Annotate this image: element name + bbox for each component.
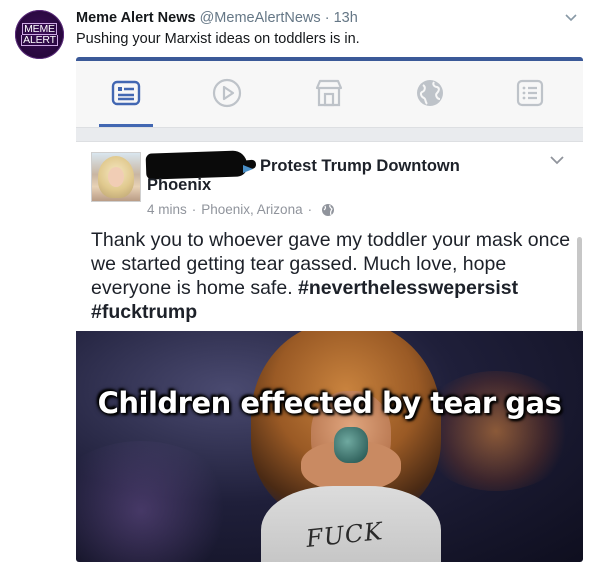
tweet-text: Pushing your Marxist ideas on toddlers i… bbox=[76, 31, 360, 47]
active-tab-indicator bbox=[99, 124, 153, 127]
embedded-screenshot[interactable]: Protest Trump Downtown Phoenix 4 mins · … bbox=[76, 57, 583, 562]
post-location[interactable]: Phoenix, Arizona bbox=[201, 202, 302, 217]
event-name[interactable]: Protest Trump Downtown bbox=[260, 157, 460, 176]
tweet-timestamp[interactable]: 13h bbox=[334, 10, 358, 26]
facebook-post: Protest Trump Downtown Phoenix 4 mins · … bbox=[76, 141, 583, 562]
globe-icon bbox=[413, 76, 447, 110]
tweet-header: Meme Alert News @MemeAlertNews · 13h bbox=[76, 10, 358, 26]
header-separator: · bbox=[324, 10, 330, 26]
meta-dot-2: · bbox=[307, 202, 313, 217]
post-body: Thank you to whoever gave my toddler you… bbox=[91, 228, 571, 324]
watch-play-icon bbox=[210, 76, 244, 110]
marketplace-icon bbox=[312, 76, 346, 110]
author-avatar[interactable]: MEME ALERT bbox=[15, 10, 64, 59]
hashtag-fucktrump[interactable]: #fucktrump bbox=[91, 301, 197, 323]
post-meta: 4 mins · Phoenix, Arizona · bbox=[147, 202, 335, 217]
poster-avatar[interactable] bbox=[91, 152, 141, 202]
post-photo[interactable]: FUCK Children effected by tear gas bbox=[76, 331, 583, 562]
chevron-down-icon[interactable] bbox=[564, 10, 578, 24]
meta-dot: · bbox=[191, 202, 197, 217]
author-handle[interactable]: @MemeAlertNews bbox=[200, 10, 321, 26]
post-time[interactable]: 4 mins bbox=[147, 202, 187, 217]
play-triangle-icon bbox=[242, 161, 254, 173]
photo-caption: Children effected by tear gas bbox=[97, 386, 562, 420]
author-name[interactable]: Meme Alert News bbox=[76, 10, 196, 26]
facebook-nav-bar bbox=[76, 61, 583, 128]
tweet: MEME ALERT Meme Alert News @MemeAlertNew… bbox=[0, 0, 591, 571]
public-globe-icon bbox=[322, 203, 335, 216]
event-name-continued[interactable]: Phoenix bbox=[147, 176, 211, 195]
avatar-text-line2: ALERT bbox=[21, 34, 58, 46]
post-chevron-down-icon[interactable] bbox=[549, 153, 565, 165]
menu-list-icon bbox=[513, 76, 547, 110]
hashtag-neverthelesswepersist[interactable]: #neverthelesswepersist bbox=[298, 277, 518, 299]
news-feed-icon bbox=[109, 76, 143, 110]
